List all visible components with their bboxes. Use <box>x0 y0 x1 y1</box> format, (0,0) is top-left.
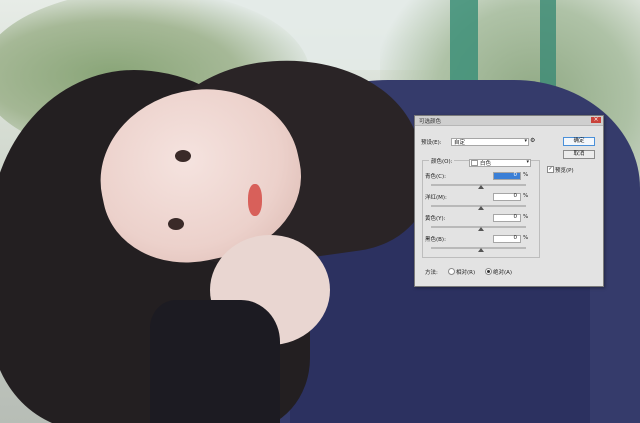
preset-label: 预设(E): <box>421 140 442 146</box>
eye <box>175 150 191 162</box>
percent-sign: % <box>523 172 529 178</box>
yellow-input[interactable]: 0 <box>493 214 521 222</box>
magenta-label: 洋红(M): <box>425 195 447 201</box>
magenta-input[interactable]: 0 <box>493 193 521 201</box>
cyan-input[interactable]: 0 <box>493 172 521 180</box>
percent-sign: % <box>523 214 529 220</box>
percent-sign: % <box>523 235 529 241</box>
lips <box>248 184 262 216</box>
absolute-label: 绝对(A) <box>493 270 513 276</box>
dialog-title: 可选颜色 <box>419 119 442 125</box>
eye <box>168 218 184 230</box>
black-input[interactable]: 0 <box>493 235 521 243</box>
yellow-label: 黄色(Y): <box>425 216 446 222</box>
black-label: 黑色(B): <box>425 237 446 243</box>
black-value: 0 <box>513 235 518 241</box>
preset-value: 自定 <box>454 140 466 146</box>
close-button[interactable]: × <box>591 117 601 123</box>
cancel-button[interactable]: 取消 <box>563 150 595 159</box>
colors-value: 白色 <box>480 161 492 167</box>
ok-button[interactable]: 确定 <box>563 137 595 146</box>
colors-select[interactable]: 白色 ▾ <box>469 159 531 167</box>
preset-options-icon[interactable]: ⚙ <box>530 137 535 144</box>
relative-radio[interactable] <box>448 268 455 275</box>
cyan-label: 青色(C): <box>425 174 446 180</box>
color-group: 颜色(O): 白色 ▾ 青色(C): 0 % 洋红(M): 0 % 黄色(Y):… <box>422 157 540 258</box>
selective-color-dialog: 可选颜色 × 预设(E): 自定 ▾ ⚙ 确定 取消 ✓ 预览(P) 颜色(O)… <box>414 115 604 287</box>
cyan-slider-thumb[interactable] <box>478 185 484 189</box>
sweater <box>150 300 280 423</box>
method-label: 方法: <box>425 270 438 276</box>
chevron-down-icon: ▾ <box>526 159 529 165</box>
preset-select[interactable]: 自定 ▾ <box>451 138 529 146</box>
black-slider-thumb[interactable] <box>478 248 484 252</box>
yellow-value: 0 <box>513 214 518 220</box>
yellow-slider-thumb[interactable] <box>478 227 484 231</box>
absolute-radio[interactable] <box>485 268 492 275</box>
preview-checkbox[interactable]: ✓ <box>547 166 554 173</box>
colors-label: 颜色(O): <box>429 157 455 165</box>
percent-sign: % <box>523 193 529 199</box>
dialog-titlebar[interactable]: 可选颜色 × <box>415 116 603 126</box>
relative-label: 相对(R) <box>456 270 476 276</box>
chevron-down-icon: ▾ <box>524 138 527 144</box>
magenta-slider-thumb[interactable] <box>478 206 484 210</box>
preview-label: 预览(P) <box>555 168 574 174</box>
cyan-value: 0 <box>513 172 518 178</box>
white-swatch <box>471 160 478 166</box>
magenta-value: 0 <box>513 193 518 199</box>
